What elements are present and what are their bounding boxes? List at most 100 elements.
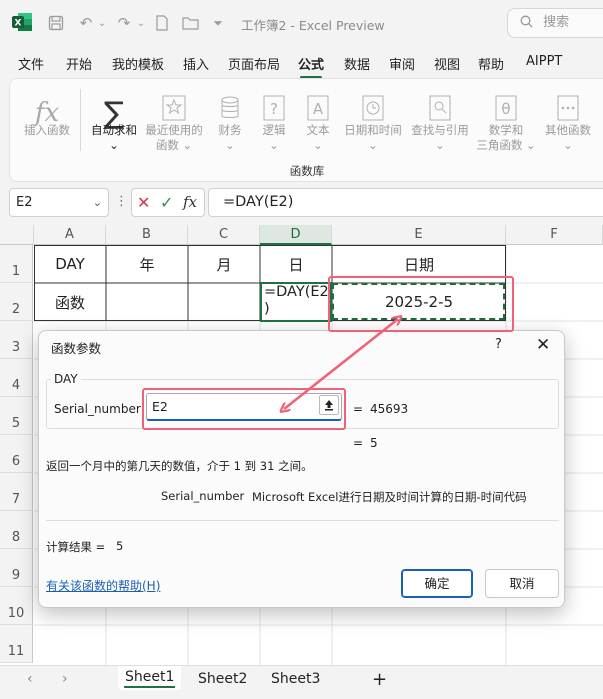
svg-text:θ: θ [501, 100, 510, 118]
title-bar: X ↶ ⌄ ↷ ⌄ ⏷ 工作簿2 - Excel Preview 搜索 [0, 0, 603, 46]
cell-b1[interactable]: 年 [106, 245, 188, 283]
name-box[interactable]: E2 ⌄ [9, 188, 109, 217]
excel-logo-icon: X [12, 13, 32, 31]
search-icon [520, 15, 533, 28]
column-header-e[interactable]: E [332, 225, 506, 245]
ok-button[interactable]: 确定 [401, 569, 473, 598]
column-header-c[interactable]: C [188, 225, 260, 245]
cancel-button[interactable]: 取消 [485, 569, 559, 598]
customize-toolbar-icon[interactable]: ⏷ [208, 13, 228, 33]
sheet-tab-2[interactable]: Sheet2 [198, 671, 247, 687]
tab-file[interactable]: 文件 [18, 54, 44, 73]
cell-a1[interactable]: DAY [34, 245, 106, 283]
tab-aippt[interactable]: AIPPT [526, 54, 562, 69]
insert-function-button[interactable]: fx 插入函数 [18, 85, 76, 138]
ribbon-group-label: 函数库 [289, 164, 325, 178]
save-icon[interactable] [46, 13, 66, 33]
tab-formulas[interactable]: 公式 [298, 54, 324, 79]
svg-text:A: A [313, 100, 324, 118]
scroll-left-icon[interactable]: ‹ [27, 671, 33, 687]
more-vertical-icon[interactable]: ⋮ [115, 194, 128, 209]
row-header-1[interactable]: 1 [0, 245, 33, 283]
collapse-dialog-button[interactable] [319, 395, 339, 415]
math-trig-button[interactable]: θ 数学和 三角函数 ⌄ [474, 85, 538, 153]
more-functions-button[interactable]: 其他函数 ⌄ [540, 85, 596, 153]
tab-help[interactable]: 帮助 [478, 54, 504, 73]
argument-description-name: Serial_number [161, 489, 245, 503]
formula-input[interactable]: =DAY(E2) [208, 188, 603, 217]
formula-buttons: ✕ ✓ fx [131, 188, 205, 217]
logical-button[interactable]: ? 逻辑 ⌄ [254, 85, 294, 153]
argument-value: 45693 [370, 402, 409, 416]
date-time-button[interactable]: 日期和时间 ⌄ [340, 85, 406, 153]
column-header-f[interactable]: F [506, 225, 603, 245]
result-equals: = [353, 436, 364, 450]
tab-page-layout[interactable]: 页面布局 [228, 54, 280, 73]
document-title: 工作簿2 - Excel Preview [241, 18, 385, 33]
upload-arrow-icon [325, 400, 333, 411]
sheet-tab-3[interactable]: Sheet3 [271, 671, 320, 687]
row-header-11[interactable]: 11 [0, 625, 33, 663]
star-icon [162, 95, 186, 121]
chevron-down-icon[interactable]: ⌄ [93, 189, 102, 216]
fx-icon[interactable]: fx [183, 193, 197, 211]
recently-used-button[interactable]: 最近使用的 函数 ⌄ [142, 85, 206, 153]
help-icon[interactable]: ? [495, 337, 502, 352]
cell-e1[interactable]: 日期 [332, 245, 506, 283]
tab-home[interactable]: 开始 [66, 54, 92, 73]
argument-label: Serial_number [54, 402, 141, 416]
text-functions-button[interactable]: A 文本 ⌄ [298, 85, 338, 153]
column-header-d[interactable]: D [260, 225, 332, 245]
cell-a2[interactable]: 函数 [34, 283, 106, 321]
close-icon[interactable]: ✕ [536, 335, 550, 355]
tab-insert[interactable]: 插入 [183, 54, 209, 73]
select-all-corner[interactable] [0, 225, 34, 245]
row-header-3[interactable]: 3 [0, 321, 33, 359]
row-header-2[interactable]: 2 [0, 283, 33, 321]
calc-result-value: 5 [116, 539, 124, 553]
row-header-6[interactable]: 6 [0, 435, 33, 473]
new-file-icon[interactable] [152, 13, 172, 33]
dialog-title: 函数参数 [51, 341, 102, 356]
cell-c1[interactable]: 月 [188, 245, 260, 283]
row-header-5[interactable]: 5 [0, 397, 33, 435]
cell-d1[interactable]: 日 [260, 245, 332, 283]
tab-review[interactable]: 审阅 [389, 54, 415, 73]
row-header-8[interactable]: 8 [0, 511, 33, 549]
sheet-tab-1[interactable]: Sheet1 [118, 666, 182, 690]
fx-icon: fx [34, 98, 60, 128]
tab-my-templates[interactable]: 我的模板 [112, 54, 164, 73]
function-arguments-dialog: 函数参数 ? ✕ DAY Serial_number E2 = 45693 = … [38, 330, 565, 608]
scroll-right-icon[interactable]: › [62, 671, 68, 687]
row-header-9[interactable]: 9 [0, 549, 33, 587]
column-header-a[interactable]: A [34, 225, 106, 245]
question-icon: ? [263, 95, 285, 121]
column-header-b[interactable]: B [106, 225, 188, 245]
svg-text:?: ? [270, 100, 278, 118]
tab-view[interactable]: 视图 [434, 54, 460, 73]
cell-d2[interactable]: =DAY(E2 ) [260, 282, 332, 322]
row-header-7[interactable]: 7 [0, 473, 33, 511]
dialog-divider [46, 520, 559, 521]
redo-dropdown-icon[interactable]: ⌄ [131, 13, 151, 33]
financial-button[interactable]: 财务 ⌄ [210, 85, 250, 153]
tab-data[interactable]: 数据 [344, 54, 370, 73]
row-header-4[interactable]: 4 [0, 359, 33, 397]
undo-dropdown-icon[interactable]: ⌄ [92, 13, 112, 33]
calc-result-label: 计算结果 = [46, 540, 106, 554]
add-sheet-button[interactable]: + [372, 669, 387, 690]
enter-check-icon[interactable]: ✓ [160, 193, 173, 212]
copy-marquee [332, 283, 505, 320]
function-help-link[interactable]: 有关该函数的帮助(H) [46, 577, 160, 594]
search-doc-icon [429, 95, 451, 121]
function-name: DAY [51, 372, 81, 386]
row-header-10[interactable]: 10 [0, 587, 33, 625]
cancel-x-icon[interactable]: ✕ [137, 193, 150, 212]
autosum-button[interactable]: ∑ 自动求和 ⌄ [86, 85, 142, 153]
lookup-reference-button[interactable]: 查找与引用 ⌄ [408, 85, 472, 153]
argument-equals: = [353, 402, 364, 416]
coins-icon [221, 96, 239, 118]
serial-number-input[interactable]: E2 [146, 393, 342, 421]
search-box[interactable]: 搜索 [507, 8, 603, 38]
open-folder-icon[interactable] [180, 13, 200, 33]
